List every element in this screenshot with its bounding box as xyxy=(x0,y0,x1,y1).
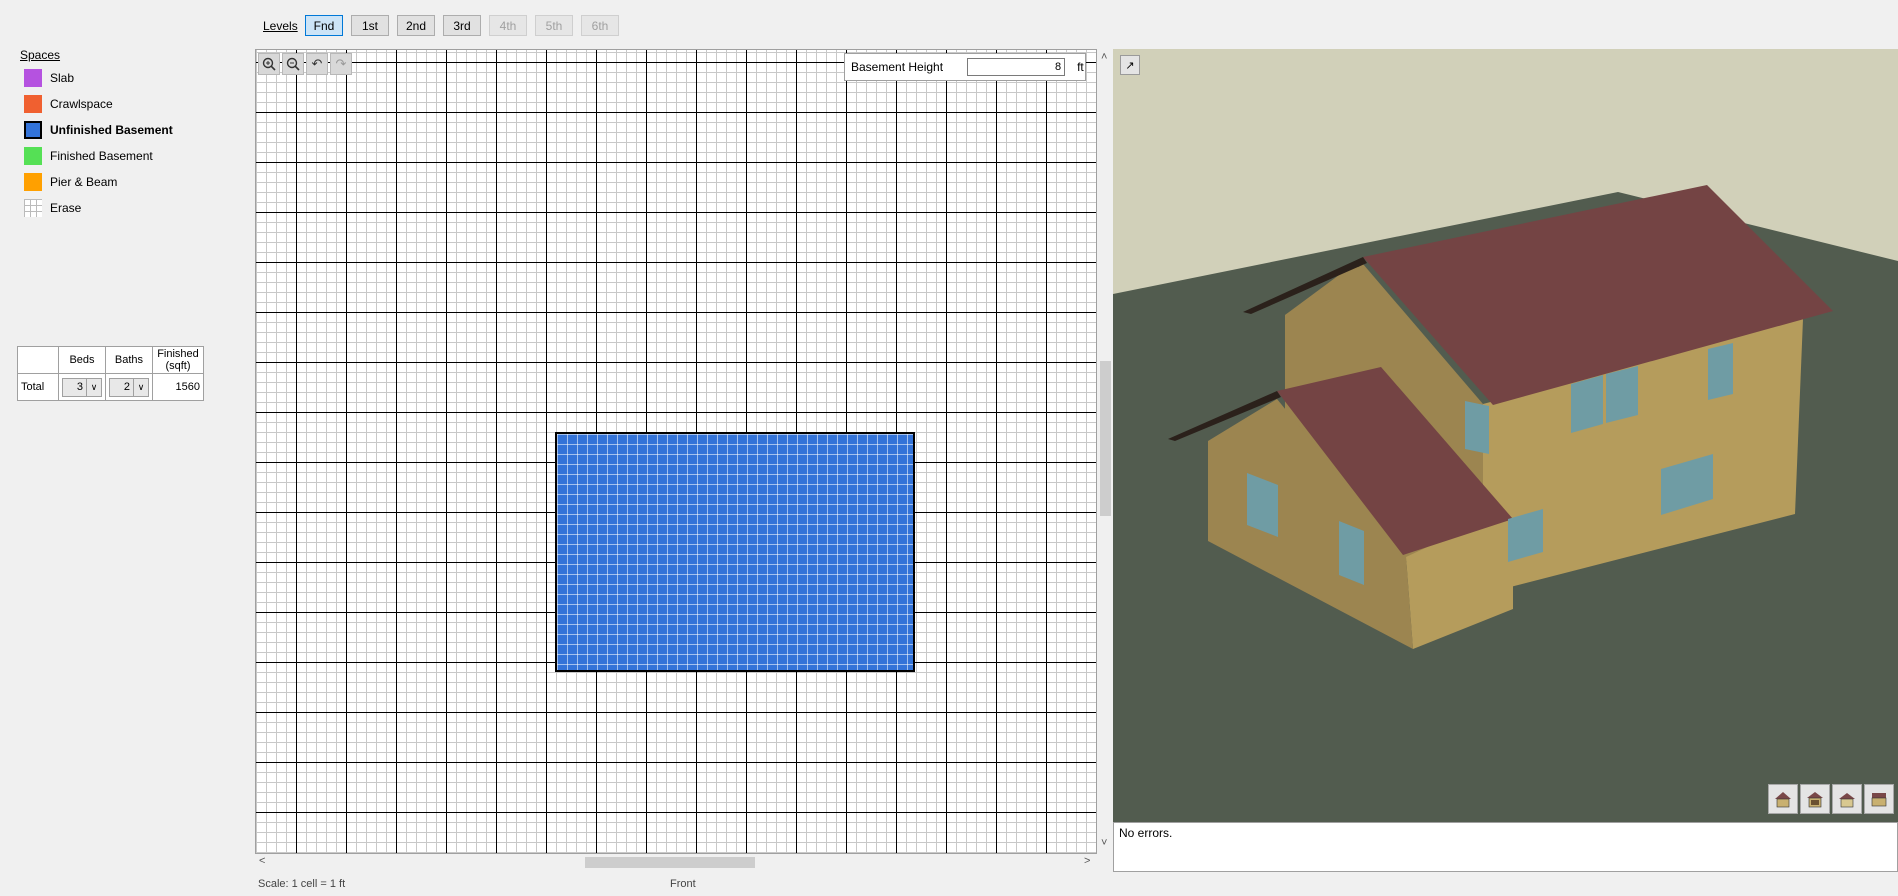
space-item-slab[interactable]: Slab xyxy=(24,68,74,88)
erase-swatch xyxy=(24,199,42,217)
space-item-unfinished-basement[interactable]: Unfinished Basement xyxy=(24,120,173,140)
zoom-in-icon[interactable] xyxy=(258,53,280,75)
house-front-view-icon[interactable] xyxy=(1768,784,1798,814)
scroll-right-icon[interactable]: > xyxy=(1084,855,1090,867)
front-label: Front xyxy=(670,878,696,890)
errors-panel: No errors. xyxy=(1113,822,1898,872)
redo-icon: ↷ xyxy=(330,53,352,75)
spaces-title: Spaces xyxy=(20,48,61,62)
space-item-pier-beam[interactable]: Pier & Beam xyxy=(24,172,117,192)
chevron-down-icon: ∨ xyxy=(133,378,148,396)
finished-basement-swatch xyxy=(24,147,42,165)
total-row-label: Total xyxy=(17,373,59,401)
baths-select[interactable]: 2 ∨ xyxy=(105,373,153,401)
level-button-2nd[interactable]: 2nd xyxy=(397,15,435,36)
unfinished-basement-swatch xyxy=(24,121,42,139)
scroll-down-icon[interactable]: ˅ xyxy=(1101,837,1107,849)
space-label: Unfinished Basement xyxy=(50,123,173,137)
level-button-1st[interactable]: 1st xyxy=(351,15,389,36)
pier-beam-swatch xyxy=(24,173,42,191)
chevron-down-icon: ∨ xyxy=(86,378,101,396)
level-button-5th: 5th xyxy=(535,15,573,36)
space-item-finished-basement[interactable]: Finished Basement xyxy=(24,146,153,166)
level-button-fnd[interactable]: Fnd xyxy=(305,15,343,36)
house-cutaway-view-icon[interactable] xyxy=(1800,784,1830,814)
baths-value: 2 xyxy=(123,381,130,393)
level-button-3rd[interactable]: 3rd xyxy=(443,15,481,36)
space-label: Finished Basement xyxy=(50,149,153,163)
vertical-scrollbar[interactable]: ˄ ˅ xyxy=(1097,49,1114,854)
floor-plan-grid[interactable] xyxy=(255,49,1097,854)
view-buttons xyxy=(1768,784,1894,814)
space-item-erase[interactable]: Erase xyxy=(24,198,81,218)
scroll-up-icon[interactable]: ˄ xyxy=(1101,51,1107,63)
beds-header: Beds xyxy=(58,346,106,374)
crawlspace-swatch xyxy=(24,95,42,113)
beds-select[interactable]: 3 ∨ xyxy=(58,373,106,401)
camera-tool-icon[interactable]: ↗ xyxy=(1120,55,1140,75)
zoom-out-icon[interactable] xyxy=(282,53,304,75)
horizontal-scrollbar[interactable]: < > xyxy=(255,854,1097,871)
vertical-scroll-thumb[interactable] xyxy=(1100,361,1111,516)
space-label: Crawlspace xyxy=(50,97,113,111)
house-render xyxy=(1113,185,1898,822)
level-button-6th: 6th xyxy=(581,15,619,36)
space-label: Erase xyxy=(50,201,82,215)
space-item-crawlspace[interactable]: Crawlspace xyxy=(24,94,113,114)
beds-value: 3 xyxy=(76,381,83,393)
finished-value[interactable]: 1560 xyxy=(152,373,204,401)
space-label: Slab xyxy=(50,71,75,85)
baths-header: Baths xyxy=(105,346,153,374)
level-button-4th: 4th xyxy=(489,15,527,36)
house-side-view-icon[interactable] xyxy=(1832,784,1862,814)
basement-height-unit: ft xyxy=(1077,60,1084,74)
finished-header: Finished (sqft) xyxy=(152,346,204,374)
basement-height-input[interactable]: 8 xyxy=(967,58,1066,76)
unfinished-basement-area[interactable] xyxy=(555,432,915,672)
table-corner xyxy=(17,346,59,374)
space-label: Pier & Beam xyxy=(50,175,118,189)
basement-height-panel: Basement Height 8 ft xyxy=(844,53,1086,81)
editor-toolbar: ↶ ↷ xyxy=(258,53,352,75)
scale-label: Scale: 1 cell = 1 ft xyxy=(258,878,346,890)
levels-label: Levels xyxy=(263,19,298,33)
basement-height-label: Basement Height xyxy=(851,60,944,74)
slab-swatch xyxy=(24,69,42,87)
horizontal-scroll-thumb[interactable] xyxy=(585,857,755,868)
house-3d-view[interactable] xyxy=(1113,49,1898,822)
undo-icon[interactable]: ↶ xyxy=(306,53,328,75)
house-section-view-icon[interactable] xyxy=(1864,784,1894,814)
scroll-left-icon[interactable]: < xyxy=(259,855,265,867)
summary-table: Beds Baths Finished (sqft) Total 3 ∨ 2 ∨ 1… xyxy=(17,346,204,401)
